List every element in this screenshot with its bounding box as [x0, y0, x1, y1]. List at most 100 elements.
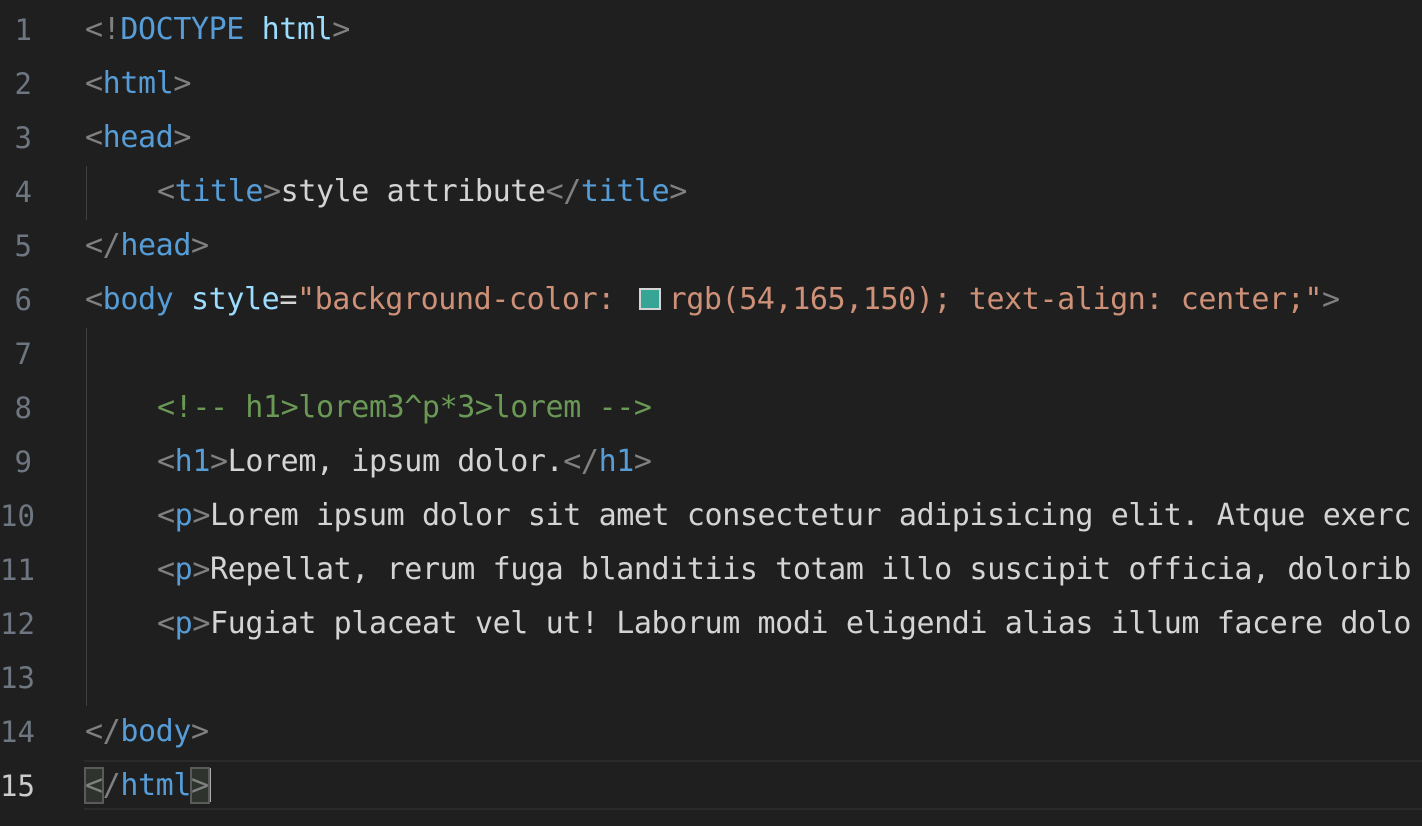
token-bracket: <	[157, 174, 175, 209]
token-attr: style	[191, 282, 280, 317]
code-line-14[interactable]: 14 </body>	[0, 705, 1422, 759]
line-number: 13	[0, 661, 35, 695]
token-bracket: <	[157, 552, 175, 587]
token-txt: style attribute	[280, 174, 546, 209]
token-bracket: >	[190, 228, 209, 263]
token-bracket: <	[85, 66, 103, 101]
matched-bracket: >	[190, 767, 210, 804]
line-number: 2	[14, 67, 32, 101]
code-line-3[interactable]: 3 <head>	[0, 111, 1422, 165]
token-bracket: <	[157, 606, 175, 641]
code-text[interactable]: <html>	[85, 57, 191, 111]
color-swatch[interactable]	[638, 287, 661, 310]
code-text[interactable]: </head>	[85, 219, 209, 273]
token-bracket: >	[173, 120, 191, 155]
line-number: 10	[0, 499, 35, 533]
token-str: "background-color:	[296, 282, 633, 317]
code-line-9[interactable]: 9 <h1>Lorem, ipsum dolor.</h1>	[0, 435, 1422, 489]
token-tag: body	[102, 282, 174, 317]
line-number: 8	[14, 391, 32, 425]
code-text[interactable]: <p>Repellat, rerum fuga blanditiis totam…	[157, 543, 1411, 597]
line-number: 6	[14, 283, 32, 317]
code-line-13[interactable]: 13	[0, 651, 1422, 705]
code-line-5[interactable]: 5 </head>	[0, 219, 1422, 273]
token-bracket: >	[190, 714, 209, 749]
line-number: 4	[14, 175, 32, 209]
token-bracket: </	[85, 714, 121, 749]
token-bracket: <	[85, 282, 103, 317]
token-bracket: >	[262, 174, 281, 209]
code-text[interactable]: <!-- h1>lorem3^p*3>lorem -->	[157, 381, 652, 435]
token-bracket: /	[102, 768, 121, 803]
code-editor[interactable]: 1 <!DOCTYPE html> 2 <html> 3 <head> 4 <title>st…	[0, 0, 1422, 826]
code-text[interactable]: <title>style attribute</title>	[157, 165, 687, 219]
token-bracket: </	[85, 228, 121, 263]
token-bracket: </	[563, 444, 599, 479]
token-bracket: <	[157, 444, 175, 479]
code-text[interactable]: <p>Fugiat placeat vel ut! Laborum modi e…	[157, 597, 1411, 651]
token-tag: body	[120, 714, 191, 749]
code-text[interactable]: </body>	[85, 705, 209, 759]
code-text[interactable]: <head>	[85, 111, 191, 165]
token-bracket: <	[157, 498, 175, 533]
token-bracket: <	[85, 120, 103, 155]
token-tag: h1	[598, 444, 635, 479]
line-number: 11	[0, 553, 35, 587]
token-tag: html	[120, 768, 191, 803]
line-number: 9	[14, 445, 32, 479]
token-str: rgb(54,165,150); text-align: center;"	[668, 282, 1323, 317]
text-cursor	[208, 767, 211, 802]
code-line-6[interactable]: 6 <body style="background-color: rgb(54,1…	[0, 273, 1422, 327]
code-text[interactable]: <h1>Lorem, ipsum dolor.</h1>	[157, 435, 652, 489]
code-text[interactable]: </html>	[84, 759, 211, 813]
code-text[interactable]: <body style="background-color: rgb(54,16…	[85, 273, 1340, 327]
code-line-1[interactable]: 1 <!DOCTYPE html>	[0, 3, 1422, 57]
token-tag: title	[174, 174, 264, 209]
code-line-11[interactable]: 11 <p>Repellat, rerum fuga blanditiis tot…	[0, 543, 1422, 597]
token-tag: html	[102, 66, 174, 101]
token-txt: Fugiat placeat vel ut! Laborum modi elig…	[210, 606, 1411, 641]
code-line-12[interactable]: 12 <p>Fugiat placeat vel ut! Laborum modi…	[0, 597, 1422, 651]
token-tag: head	[102, 120, 174, 155]
code-text[interactable]: <!DOCTYPE html>	[85, 3, 350, 57]
token-tag: p	[174, 606, 193, 641]
line-number: 12	[0, 607, 35, 641]
line-number: 14	[0, 715, 35, 749]
token-txt: Lorem ipsum dolor sit amet consectetur a…	[210, 498, 1411, 533]
token-bracket: >	[192, 552, 211, 587]
token-bracket: >	[192, 498, 211, 533]
matched-bracket: <	[84, 767, 104, 804]
code-line-7[interactable]: 7	[0, 327, 1422, 381]
token-bracket: >	[1322, 282, 1340, 317]
code-line-8[interactable]: 8 <!-- h1>lorem3^p*3>lorem -->	[0, 381, 1422, 435]
line-number: 7	[14, 337, 32, 371]
token-bracket: >	[669, 174, 687, 209]
token-tag: p	[174, 498, 193, 533]
token-bracket: >	[633, 444, 652, 479]
token-cmt: <!-- h1>lorem3^p*3>lorem -->	[157, 390, 652, 425]
token-tag: DOCTYPE	[120, 12, 244, 47]
code-line-15[interactable]: 15 </html>	[0, 759, 1422, 813]
code-text[interactable]: <p>Lorem ipsum dolor sit amet consectetu…	[157, 489, 1411, 543]
line-number: 3	[14, 121, 32, 155]
token-attr: html	[261, 12, 333, 47]
token-txt: =	[279, 282, 297, 317]
code-line-2[interactable]: 2 <html>	[0, 57, 1422, 111]
token-bracket: >	[173, 66, 191, 101]
token-tag: head	[120, 228, 191, 263]
code-line-4[interactable]: 4 <title>style attribute</title>	[0, 165, 1422, 219]
token-bracket: </	[545, 174, 582, 209]
token-tag: h1	[174, 444, 211, 479]
token-bracket: >	[192, 606, 211, 641]
token-bracket: <!	[85, 12, 121, 47]
token-tag: title	[580, 174, 670, 209]
code-line-10[interactable]: 10 <p>Lorem ipsum dolor sit amet consecte…	[0, 489, 1422, 543]
line-number: 15	[0, 769, 35, 803]
line-number: 5	[14, 229, 32, 263]
token-txt: Lorem, ipsum dolor.	[227, 444, 564, 479]
token-bracket: >	[210, 444, 228, 479]
line-number: 1	[14, 13, 32, 47]
token-bracket: >	[332, 12, 350, 47]
